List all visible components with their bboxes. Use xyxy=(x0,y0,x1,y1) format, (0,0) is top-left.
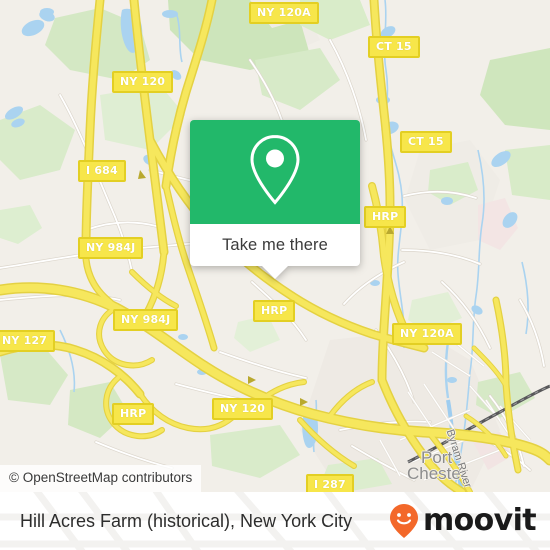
moovit-smiley-pin-icon xyxy=(389,504,418,538)
road-shield: NY 120A xyxy=(249,2,319,24)
road-shield: CT 15 xyxy=(400,131,452,153)
road-shield: NY 120A xyxy=(392,323,462,345)
road-shield: HRP xyxy=(112,403,155,425)
map-pin-icon xyxy=(250,134,300,205)
page-title: Hill Acres Farm (historical), New York C… xyxy=(20,511,353,531)
moovit-wordmark: moovit xyxy=(422,503,537,538)
road-shield: NY 120 xyxy=(212,398,274,420)
road-shield: I 287 xyxy=(306,474,354,492)
osm-attribution[interactable]: © OpenStreetMap contributors xyxy=(0,465,202,492)
road-shield: HRP xyxy=(253,300,296,322)
popup-action-bar[interactable]: Take me there xyxy=(190,224,360,279)
road-shield: NY 120 xyxy=(112,71,174,93)
moovit-logo[interactable]: moovit xyxy=(388,503,537,539)
location-popup-card[interactable]: Take me there xyxy=(190,120,360,279)
road-shield: NY 984J xyxy=(113,309,179,331)
take-me-there-label: Take me there xyxy=(222,235,328,254)
popup-hero xyxy=(190,120,360,224)
road-shield: NY 984J xyxy=(78,237,144,259)
footer-bar: Hill Acres Farm (historical), New York C… xyxy=(0,492,550,550)
road-shield: NY 127 xyxy=(0,330,56,352)
road-shield: CT 15 xyxy=(368,36,420,58)
road-shield: HRP xyxy=(364,206,407,228)
popup-tail xyxy=(262,266,288,279)
road-shield: I 684 xyxy=(78,160,126,182)
moovit-map-page: NY 120A CT 15 NY 120 CT 15 I 684 HRP NY … xyxy=(0,0,550,550)
